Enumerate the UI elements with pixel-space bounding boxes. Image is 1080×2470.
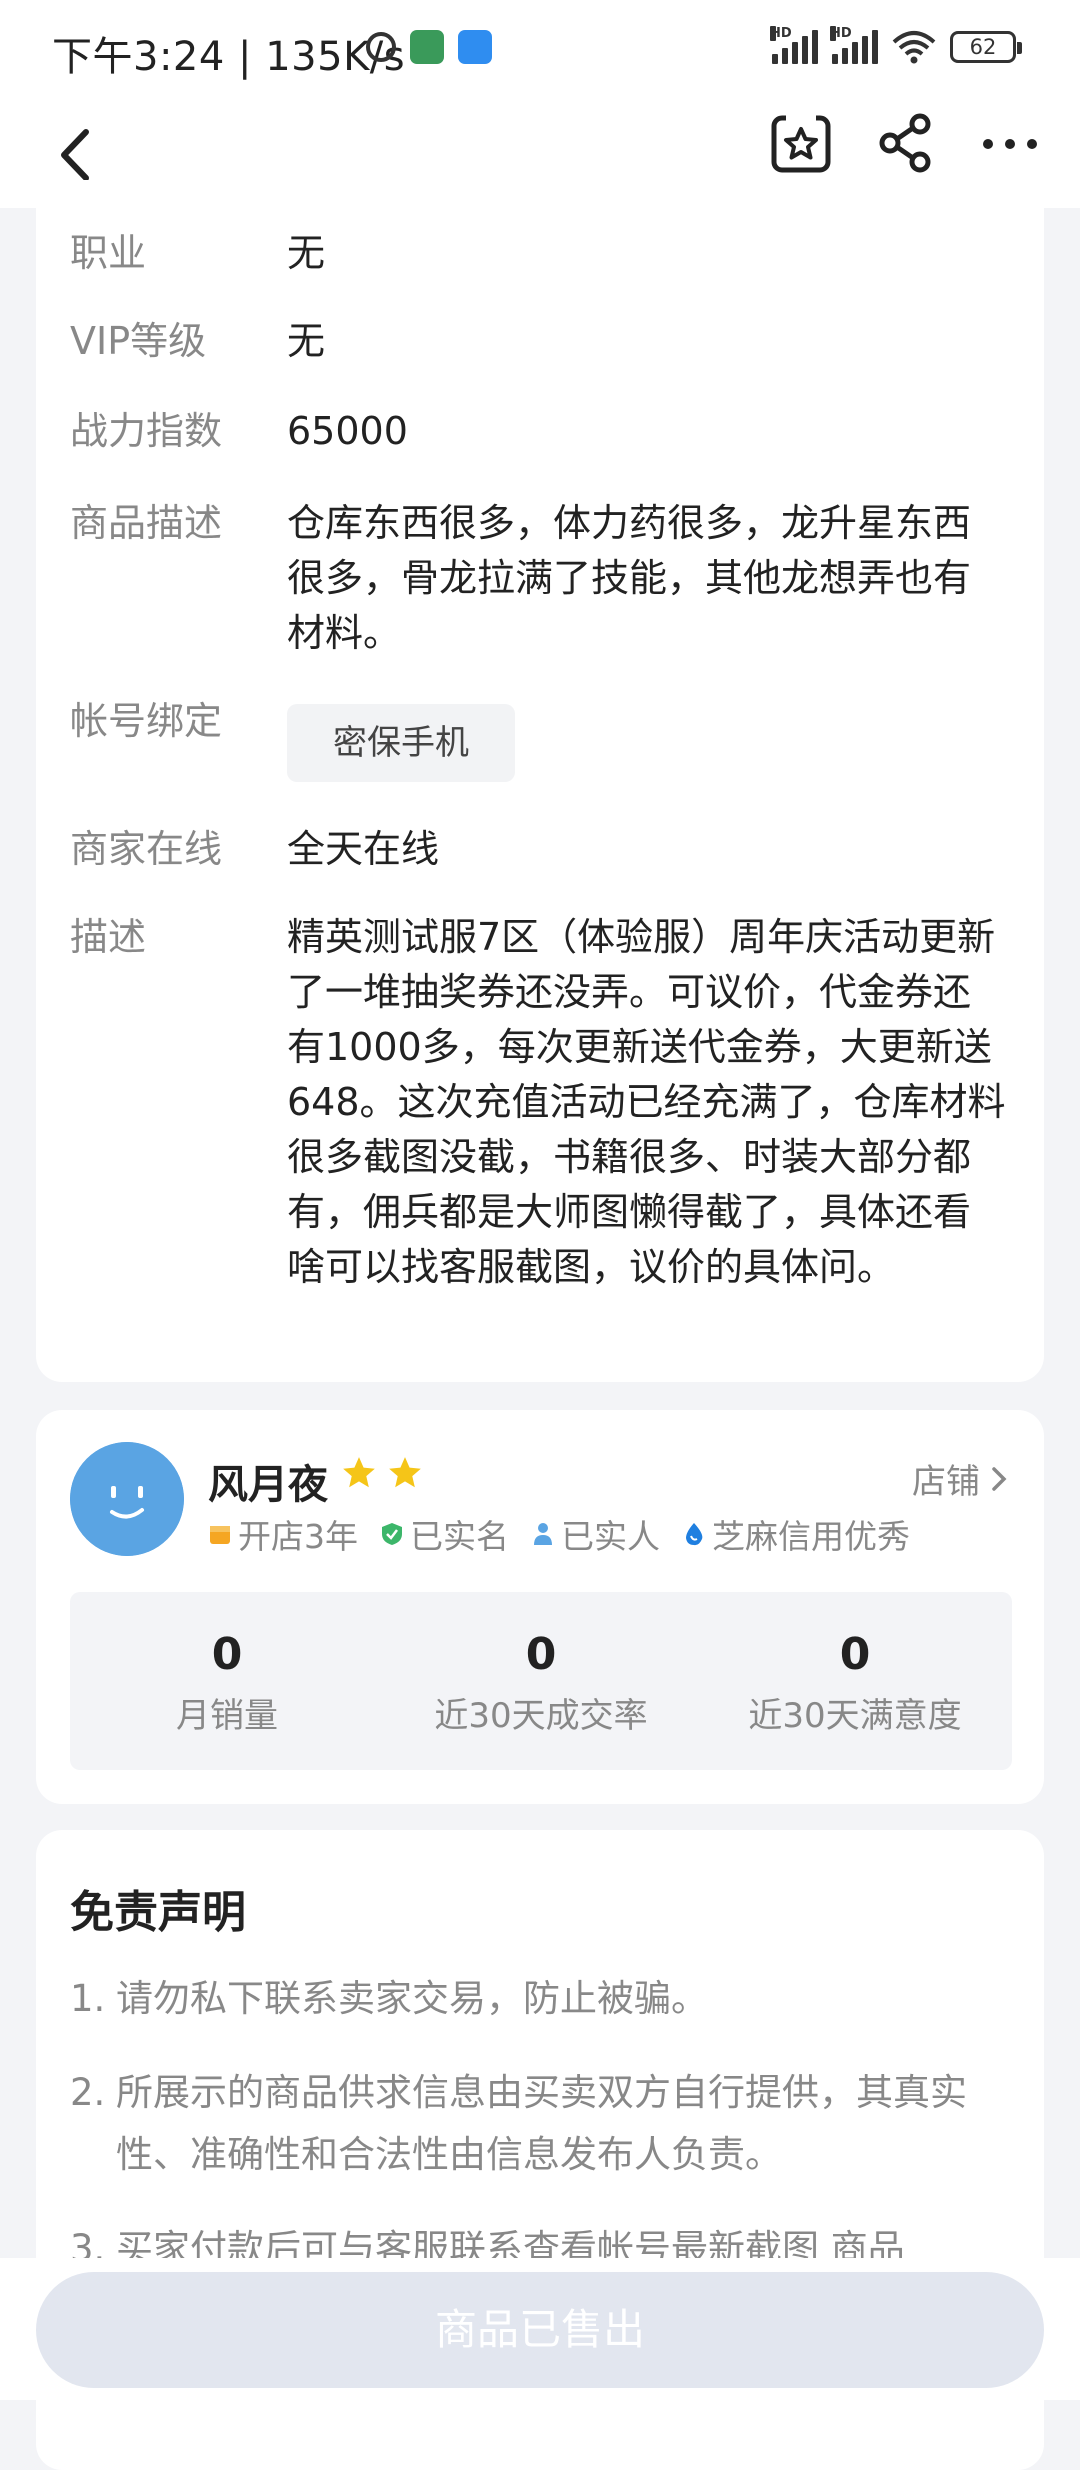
product-info-card: 职业 无 VIP等级 无 战力指数 65000 商品描述 仓库东西很多，体力药很… [36, 180, 1044, 1382]
person-verified-icon [534, 1523, 552, 1545]
seller-badges: 开店3年 已实名 已实人 芝麻信用优秀 [208, 1510, 910, 1558]
verified-shield-icon [382, 1523, 402, 1545]
star-icon [389, 1457, 421, 1488]
info-value: 精英测试服7区（体验服）周年庆活动更新了一堆抽奖券还没弄。可议价，代金券还有10… [287, 915, 1006, 1289]
status-notification-icons [366, 30, 492, 64]
seller-stats: 0 月销量 0 近30天成交率 0 近30天满意度 [70, 1592, 1012, 1770]
info-label: VIP等级 [70, 319, 207, 363]
info-value: 65000 [287, 409, 408, 453]
disclaimer-title: 免责声明 [70, 1887, 246, 1938]
info-value: 仓库东西很多，体力药很多，龙升星东西很多，骨龙拉满了技能，其他龙想弄也有材料。 [287, 501, 972, 655]
stat-value: 0 [839, 1629, 871, 1680]
chat-app-icon [410, 30, 444, 64]
cloud-app-icon [458, 30, 492, 64]
info-label: 商家在线 [70, 827, 223, 871]
badge-label: 开店3年 [238, 1517, 358, 1556]
info-label: 帐号绑定 [70, 699, 223, 743]
disclaimer-text: 所展示的商品供求信息由买卖双方自行提供，其真实性、准确性和合法性由信息发布人负责… [116, 2071, 967, 2176]
info-value: 无 [287, 231, 326, 275]
sold-out-button[interactable]: 商品已售出 [36, 2272, 1044, 2388]
bottom-action-bar: 商品已售出 [0, 2258, 1080, 2400]
stat-label: 月销量 [176, 1696, 278, 1736]
avatar[interactable] [70, 1442, 184, 1556]
info-label: 战力指数 [70, 409, 223, 453]
info-label: 职业 [70, 231, 147, 275]
badge-label: 芝麻信用优秀 [712, 1517, 910, 1556]
disclaimer-number: 1. [70, 1977, 106, 2020]
binding-tag: 密保手机 [287, 704, 515, 782]
badge-shop-age: 开店3年 [208, 1510, 358, 1558]
seller-name: 风月夜 [208, 1462, 328, 1508]
stat-satisfaction: 0 近30天满意度 [698, 1592, 1012, 1770]
alarm-icon [366, 32, 396, 62]
status-bar: 下午3:24 | 135K/s HD HD 62 [0, 0, 1080, 100]
star-icon [343, 1457, 375, 1488]
shop-badge-icon [210, 1526, 230, 1544]
shop-link[interactable]: 店铺 [912, 1454, 1008, 1503]
stat-deal-rate: 0 近30天成交率 [384, 1592, 698, 1770]
back-icon[interactable] [50, 122, 110, 188]
share-icon[interactable] [876, 112, 936, 174]
seller-card: 风月夜 店铺 开店3年 已实名 已实人 芝麻信用优秀 0 月销量 0 近30天成… [36, 1410, 1044, 1804]
shop-link-label: 店铺 [912, 1462, 980, 1502]
info-value: 无 [287, 319, 326, 363]
stat-value: 0 [211, 1629, 243, 1680]
sesame-credit-icon [686, 1523, 703, 1546]
chevron-right-icon [992, 1466, 1007, 1491]
badge-real-name: 已实名 [380, 1510, 509, 1558]
status-time: 下午3:24 | 135K/s [52, 34, 406, 80]
info-label: 描述 [70, 915, 147, 959]
badge-label: 已实名 [410, 1517, 509, 1556]
status-right-icons: HD HD 62 [770, 26, 1022, 64]
signal-icon: HD [770, 26, 818, 64]
badge-label: 已实人 [561, 1517, 660, 1556]
stat-label: 近30天成交率 [434, 1696, 648, 1736]
stat-monthly-sales: 0 月销量 [70, 1592, 384, 1770]
favorite-icon[interactable] [770, 112, 832, 174]
badge-real-person: 已实人 [531, 1510, 660, 1558]
battery-icon: 62 [950, 31, 1022, 63]
info-label: 商品描述 [70, 501, 223, 545]
stat-label: 近30天满意度 [748, 1696, 962, 1736]
disclaimer-text: 请勿私下联系卖家交易，防止被骗。 [116, 1977, 708, 2020]
more-icon[interactable] [980, 124, 1040, 164]
stat-value: 0 [525, 1629, 557, 1680]
info-value: 全天在线 [287, 827, 440, 871]
seller-rating [340, 1454, 424, 1492]
disclaimer-number: 2. [70, 2071, 106, 2114]
signal-icon: HD [830, 26, 878, 64]
badge-sesame-credit: 芝麻信用优秀 [682, 1510, 910, 1558]
wifi-icon [892, 31, 936, 64]
